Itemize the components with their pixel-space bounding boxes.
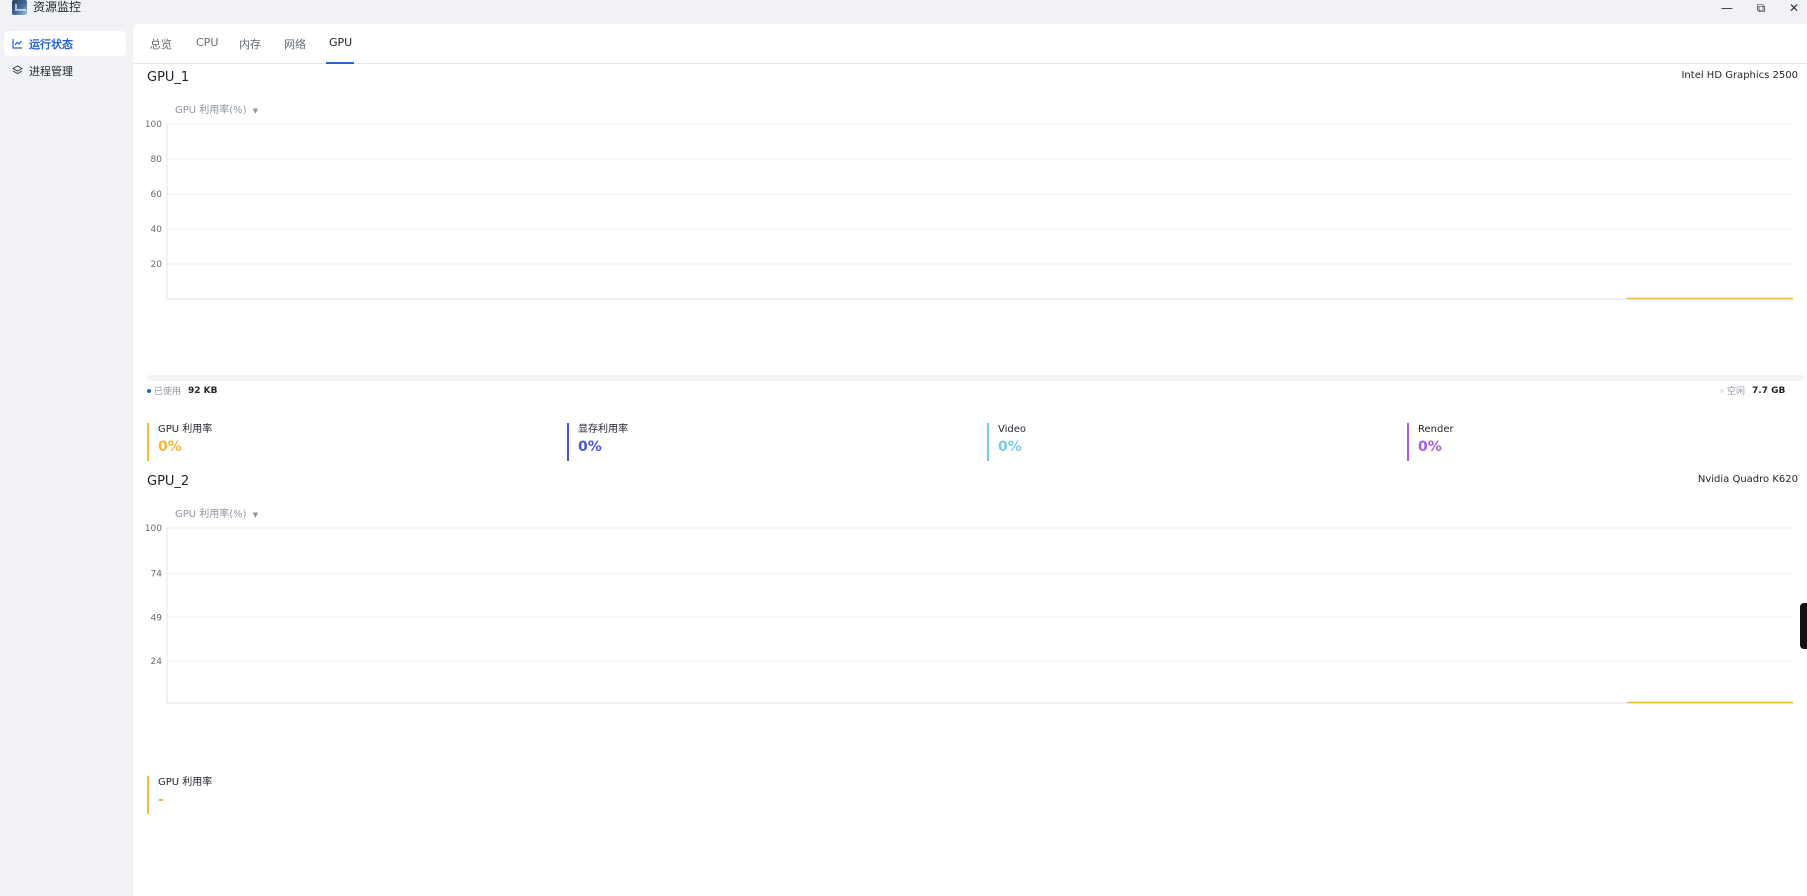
layers-icon: [11, 65, 23, 77]
memory-free-label: 空闲: [1727, 387, 1746, 397]
stat-label: Render: [1418, 424, 1454, 435]
app-monitor-icon: [12, 0, 27, 15]
used-dot-icon: [147, 388, 151, 393]
stat-value: 0%: [158, 439, 182, 455]
tab-bar: 总览 CPU 内存 网络 GPU: [133, 24, 1807, 64]
main-panel: 总览 CPU 内存 网络 GPU GPU_1 Intel HD Graphics…: [133, 24, 1807, 896]
sidebar: 运行状态 进程管理: [0, 24, 133, 896]
memory-free-value: 7.7 GB: [1752, 385, 1786, 396]
stat-gpu-utilization: GPU 利用率 0%: [147, 423, 212, 461]
stat-value: -: [158, 792, 164, 808]
gpu1-model: Intel HD Graphics 2500: [1681, 70, 1798, 81]
tab-memory[interactable]: 内存: [239, 36, 261, 64]
tab-overview[interactable]: 总览: [150, 36, 172, 64]
gpu1-chart-ytick-label: 80: [151, 155, 163, 165]
gpu2-chart: 100 74 49 24: [145, 524, 1793, 704]
gpu2-chart-ytick-label: 100: [145, 524, 162, 534]
tab-gpu[interactable]: GPU: [329, 36, 352, 64]
gpu1-chart-ytick-label: 40: [151, 225, 163, 235]
gpu1-chart-ytick-label: 60: [151, 190, 163, 200]
sidebar-item-process-management[interactable]: 进程管理: [4, 58, 126, 83]
gpu1-chart-ytick-label: 20: [151, 260, 163, 270]
tab-cpu[interactable]: CPU: [196, 36, 218, 64]
app-title: 资源监控: [33, 0, 82, 14]
stat-value: 0%: [1418, 439, 1442, 455]
gpu1-memory-free: 空闲 7.7 GB: [1720, 384, 1785, 397]
gpu2-chart-ytick-label: 49: [151, 613, 163, 623]
side-drawer-handle[interactable]: [1800, 603, 1807, 649]
sidebar-item-label: 运行状态: [29, 37, 73, 51]
sidebar-item-running-status[interactable]: 运行状态: [4, 31, 126, 56]
gpu2-chart-ytick-label: 24: [151, 657, 163, 667]
stat-label: GPU 利用率: [158, 424, 213, 435]
stat-vram-utilization: 显存利用率 0%: [567, 423, 628, 461]
maximize-button[interactable]: ⧉: [1747, 0, 1775, 16]
gpu2-title: GPU_2: [147, 474, 190, 489]
memory-used-label: 已使用: [154, 387, 182, 397]
stat-render: Render 0%: [1407, 423, 1454, 461]
minimize-button[interactable]: —: [1713, 0, 1741, 16]
gpu1-memory-used: 已使用 92 KB: [147, 384, 218, 397]
free-dot-icon: [1720, 388, 1724, 393]
line-chart-icon: [11, 38, 23, 50]
stat-label: GPU 利用率: [158, 777, 213, 788]
tab-network[interactable]: 网络: [284, 36, 306, 64]
gpu2-chart-ytick-label: 74: [151, 570, 163, 580]
stat-gpu2-utilization: GPU 利用率 -: [147, 776, 212, 814]
gpu1-memory-bar: [147, 375, 1805, 381]
gpu1-chart-ytick-label: 100: [145, 120, 162, 130]
title-bar: 资源监控 — ⧉ ✕: [0, 0, 1807, 18]
memory-used-value: 92 KB: [188, 385, 218, 396]
sidebar-item-label: 进程管理: [29, 64, 73, 78]
stat-video: Video 0%: [987, 423, 1026, 461]
gpu2-model: Nvidia Quadro K620: [1697, 474, 1798, 485]
gpu1-chart: 100 80 60 40 20: [145, 120, 1793, 300]
active-tab-indicator: [326, 62, 354, 64]
gpu1-title: GPU_1: [147, 70, 190, 85]
close-button[interactable]: ✕: [1780, 0, 1807, 16]
stat-value: 0%: [578, 439, 602, 455]
stat-label: 显存利用率: [578, 424, 628, 435]
stat-label: Video: [998, 424, 1027, 435]
stat-value: 0%: [998, 439, 1022, 455]
